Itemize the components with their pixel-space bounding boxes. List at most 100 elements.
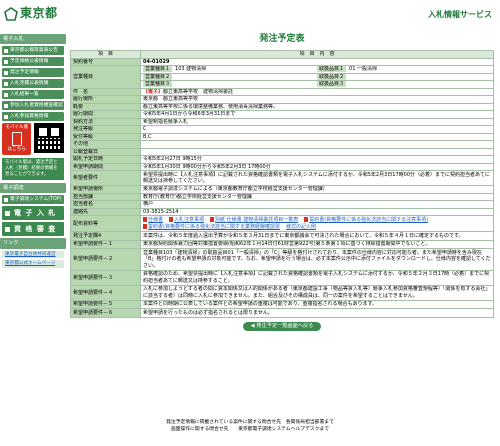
table-row: 希望者要件 希望票提出時に【入札注意事項】に記載された資格確認書類を電子入札システ… (70, 170, 494, 186)
sidebar-item-bid-results[interactable]: 入札結果一覧 (2, 90, 64, 100)
field-label: 件 名 (70, 87, 141, 96)
page-footer: 発注予定情報に掲載されている案件に関する問合せ先 各関係局担当部署まで 画面操作… (0, 420, 500, 433)
field-label: 発注予定欄4 (70, 231, 141, 241)
sidebar-item-qualification-info[interactable]: 入札参加資格情報 (2, 112, 64, 122)
business-row: 営業種目１ 103 建物清掃 取扱品目１ 01 一般清掃 (140, 65, 494, 74)
table-row: 契約番号 04-01029 (70, 57, 494, 66)
link-tokyo-official[interactable]: 東京都公式ホームページ (2, 260, 64, 268)
field-value: 令和5年2月27日 9時15分 (140, 155, 494, 164)
table-row: 希望申請要件－５ 本案件と同時期に公表している案件との希望申請の重複は可能であり、… (70, 299, 494, 309)
sidebar-item-label: 東京都公報等発表公告 (10, 47, 58, 53)
field-label: 希望者要件 (70, 170, 141, 186)
sidebar-item-order-schedule[interactable]: 発注予定情報 (2, 68, 64, 78)
business-key: 営業種目２ (143, 73, 173, 80)
sidebar-item-estimated-price[interactable]: 予定価格公表情報 (2, 57, 64, 67)
attachment-link[interactable]: 入札注意事項 (169, 216, 204, 224)
table-row: 履行場所 東京都 都立東高等学校 (70, 95, 494, 104)
table-row: 希望申請要件－６ 希望申請を行ったものは必ず指名されるとは限りません。 (70, 308, 494, 318)
field-value: 令和5年4月1日から令和6年3月31日まで (140, 110, 494, 119)
item-value: 01 一般清掃 (349, 66, 377, 73)
bullet-icon (4, 59, 8, 64)
pdf-file-icon (304, 216, 309, 222)
attachment-name: 別紙 仕様書 建物清掃委託項目一覧表 (215, 216, 299, 223)
attachment-name: 様式の記入例 (285, 224, 316, 230)
sidebar-item-procurement-system[interactable]: 電子調達システム(TOP) (2, 195, 64, 205)
footer-line-helpdesk: 画面操作に関する問合せ先 東京都電子調達システムヘルプデスクまで (170, 426, 330, 432)
tokyo-logo-icon (4, 7, 18, 21)
field-label: 開札予定日時 (70, 155, 141, 164)
field-label: 概要 (70, 102, 141, 111)
mobile-badge-line1: モバイル版 (5, 125, 29, 131)
pdf-file-icon (210, 216, 215, 222)
field-label: 希望申請要件－６ (70, 308, 141, 318)
field-value: 東京都電子調達システムによる（東京都教育庁都立学校経営支援センター管理課） (140, 185, 494, 194)
field-label: 契約方法 (70, 117, 141, 126)
column-header-item: 項 目 (70, 50, 141, 59)
table-row: 担当部課 教育庁(教育庁)都立学校経営支援センター管理課 (70, 192, 494, 201)
table-row: 連絡先 03-3815-2514 (70, 207, 494, 216)
attachment-link[interactable]: 誓約書(資格要件に係る強化法該当に関する注意事項) (304, 216, 428, 224)
field-label: 希望申請期間 (70, 162, 141, 171)
pdf-file-icon (169, 216, 174, 222)
order-detail-table: 項 目 項 目 内 容 契約番号 04-01029 営業種目 営業種目１ 103 … (70, 50, 494, 318)
bullet-icon (4, 197, 8, 202)
table-row: 担当者名 横戸 (70, 200, 494, 209)
attachment-link[interactable]: 誓約書(資格要件に係る強化法該当に関する業務経験確認票 (143, 224, 280, 231)
sidebar-item-bid-estimates[interactable]: 入札見積公表情報 (2, 79, 64, 89)
mobile-note: モバイル版は、発注予定と入札（見積）結果の情報を見ることができます。 (2, 158, 64, 181)
table-row: 概要 都立東高等学校に係る環境整備業務、使用消毒清掃業務等。 (70, 102, 494, 111)
sidebar-item-public-notice[interactable]: 東京都公報等発表公告 (2, 46, 64, 56)
field-label: 希望申請場所 (70, 185, 141, 194)
footer-line-inquiry: 発注予定情報に掲載されている案件に関する問合せ先 各関係局担当部署まで (166, 420, 334, 425)
link-e-government[interactable]: 東京電子自治体共同運営 (2, 250, 64, 259)
table-row: 希望申請要件－３ 資格確認のため、希望票提出時に【入札注意事項】に記載された資格確… (70, 269, 494, 286)
sidebar-item-label: 電子調達システム(TOP) (10, 196, 62, 202)
contract-number: 04-01029 (140, 57, 494, 66)
mobile-version-button[interactable]: モバイル版 はこちら (2, 123, 32, 156)
business-row: 営業種目３ 取扱品目３ (140, 80, 494, 89)
table-row: 発注予定欄4 本案件は、令和５年度過入遠出予算が令和５年３月31日までに東京都議会… (70, 231, 494, 241)
table-row: 発注等級 C (70, 125, 494, 134)
field-value: 東京都契約関係暴力団等対策措置要綱(昭和62年１月14日付61財営第922号)第… (140, 239, 494, 249)
field-label: 担当者名 (70, 200, 141, 209)
field-label: 希望申請要件－５ (70, 299, 141, 309)
business-value: 103 建物清掃 (175, 66, 207, 73)
page-title: 発注予定表 (259, 34, 305, 44)
field-value: 営業種目103「建物清掃」の取扱品目01「一般清掃」の「C」等級を格付けされてお… (140, 248, 494, 271)
electronic-tag: 【電子】 (143, 88, 164, 95)
sidebar-item-qualification-check[interactable]: 参加入札者資格審査確認 (2, 101, 64, 111)
table-row: 希望申請要件－４ 入札に参加しようとする者の間に資本関係又は人的関係がある者（東京… (70, 284, 494, 301)
bullet-icon (4, 48, 8, 53)
attachment-link[interactable]: 別紙 仕様書 建物清掃委託項目一覧表 (210, 216, 299, 224)
attachment-name: 誓約書(資格要件に係る強化法該当に関する業務経験確認票 (148, 224, 280, 230)
attachment-link[interactable]: 仕様書 (143, 216, 163, 224)
table-row: 件 名 【電子】都立東高等学校 建物清掃委託 (70, 87, 494, 96)
bullet-icon (5, 226, 10, 232)
field-label: 希望申請要件－１ (70, 239, 141, 249)
attachment-link[interactable]: 様式の記入例 (286, 224, 316, 231)
field-label: 受付等級 (70, 132, 141, 141)
sidebar-item-label: 参加入札者資格審査確認 (10, 102, 63, 108)
table-row: 営業種目 営業種目１ 103 建物清掃 取扱品目１ 01 一般清掃 (70, 65, 494, 89)
table-row: 受付等級 B,C (70, 132, 494, 141)
table-row: 希望申請要件－２ 営業種目103「建物清掃」の取扱品目01「一般清掃」の「C」等級… (70, 248, 494, 271)
field-value: 希望制指名競争入札 (140, 117, 494, 126)
site-logo-text[interactable]: 東京都 (20, 6, 58, 20)
table-row: その他 (70, 140, 494, 149)
site-header: 東京都 入札情報サービス (0, 0, 500, 30)
sidebar-section-links: リンク (0, 238, 66, 249)
sidebar-section-electronic-bidding: 電子入札 (0, 34, 66, 45)
field-value: 令和5年1月30日 9時00分から令和5年2月3日 17時00分 (140, 162, 494, 171)
field-value: 03-3815-2514 (140, 207, 494, 216)
sidebar-qualification-button[interactable]: 資 格 審 査 (2, 222, 64, 237)
field-label: 営業種目 (70, 65, 141, 89)
field-value: 希望票提出時に【入札注意事項】に記載された資格確認書類を電子入札システムに添付す… (140, 170, 494, 186)
field-label: 発注等級 (70, 125, 141, 134)
field-value: 都立東高等学校に係る環境整備業務、使用消毒清掃業務等。 (140, 102, 494, 111)
back-to-list-button[interactable]: ◀ 発注予定一覧画面へ戻る (242, 321, 322, 331)
bullet-icon (4, 81, 8, 86)
business-key: 営業種目３ (143, 81, 173, 88)
table-row: 希望申請要件－１ 東京都契約関係暴力団等対策措置要綱(昭和62年１月14日付61財… (70, 239, 494, 249)
sidebar-electronic-bid-button[interactable]: 電 子 入 札 (2, 206, 64, 221)
field-label: 希望申請要件－３ (70, 269, 141, 286)
